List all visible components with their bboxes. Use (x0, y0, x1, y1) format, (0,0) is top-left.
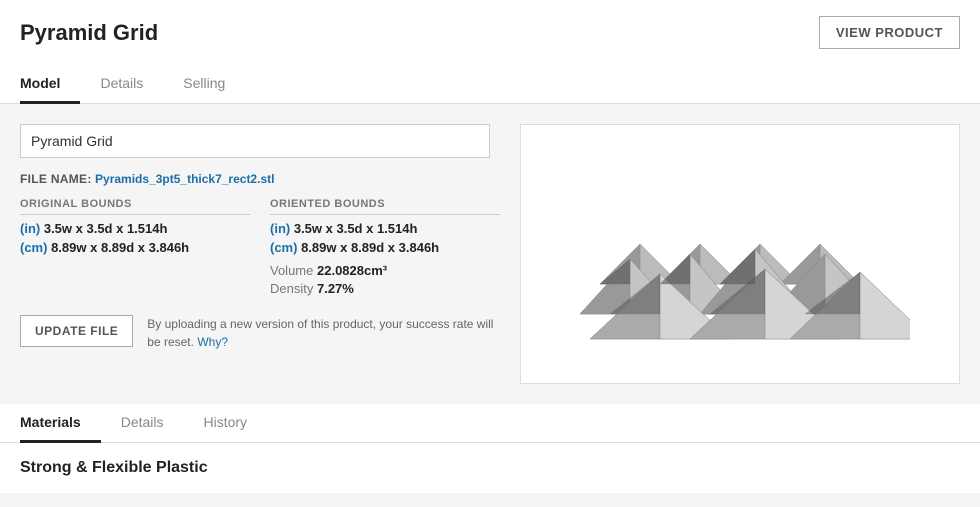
original-bounds-header: ORIGINAL BOUNDS (20, 198, 250, 215)
density-value: 7.27% (317, 281, 354, 296)
oriented-bounds-header: ORIENTED BOUNDS (270, 198, 500, 215)
original-in-dims: 3.5w x 3.5d x 1.514h (44, 221, 168, 236)
oriented-in-unit: (in) (270, 221, 290, 236)
volume-row: Volume 22.0828cm³ (270, 263, 500, 278)
oriented-cm-dims: 8.89w x 8.89d x 3.846h (301, 240, 439, 255)
original-bounds-cm: (cm) 8.89w x 8.89d x 3.846h (20, 240, 250, 255)
header-top: Pyramid Grid VIEW PRODUCT (20, 16, 960, 61)
oriented-cm-unit: (cm) (270, 240, 297, 255)
bounds-section: ORIGINAL BOUNDS (in) 3.5w x 3.5d x 1.514… (20, 198, 500, 299)
tab-selling[interactable]: Selling (163, 65, 245, 104)
volume-label: Volume (270, 263, 313, 278)
update-file-section: UPDATE FILE By uploading a new version o… (20, 315, 500, 351)
original-cm-dims: 8.89w x 8.89d x 3.846h (51, 240, 189, 255)
sub-tab-materials[interactable]: Materials (20, 404, 101, 443)
page-header: Pyramid Grid VIEW PRODUCT Model Details … (0, 0, 980, 104)
file-name-value: Pyramids_3pt5_thick7_rect2.stl (95, 172, 274, 186)
sub-tab-history[interactable]: History (184, 404, 268, 443)
model-preview (520, 124, 960, 384)
original-bounds-in: (in) 3.5w x 3.5d x 1.514h (20, 221, 250, 236)
view-product-button[interactable]: VIEW PRODUCT (819, 16, 960, 49)
update-file-button[interactable]: UPDATE FILE (20, 315, 133, 347)
original-bounds: ORIGINAL BOUNDS (in) 3.5w x 3.5d x 1.514… (20, 198, 250, 299)
main-tabs: Model Details Selling (20, 65, 960, 103)
file-name-label: FILE NAME: (20, 172, 92, 186)
page-title: Pyramid Grid (20, 20, 158, 46)
sub-content: Strong & Flexible Plastic (0, 443, 980, 493)
model-name-input[interactable] (20, 124, 490, 158)
content-area: FILE NAME: Pyramids_3pt5_thick7_rect2.st… (0, 104, 980, 404)
materials-heading: Strong & Flexible Plastic (20, 459, 960, 477)
tab-model[interactable]: Model (20, 65, 80, 104)
density-row: Density 7.27% (270, 281, 500, 296)
oriented-bounds-cm: (cm) 8.89w x 8.89d x 3.846h (270, 240, 500, 255)
pyramid-illustration (570, 154, 910, 354)
oriented-bounds-in: (in) 3.5w x 3.5d x 1.514h (270, 221, 500, 236)
volume-value: 22.0828cm³ (317, 263, 387, 278)
original-cm-unit: (cm) (20, 240, 47, 255)
oriented-in-dims: 3.5w x 3.5d x 1.514h (294, 221, 418, 236)
tab-details[interactable]: Details (80, 65, 163, 104)
left-panel: FILE NAME: Pyramids_3pt5_thick7_rect2.st… (20, 124, 500, 384)
oriented-bounds: ORIENTED BOUNDS (in) 3.5w x 3.5d x 1.514… (270, 198, 500, 299)
why-link[interactable]: Why? (197, 335, 228, 349)
sub-tabs-bar: Materials Details History (0, 404, 980, 443)
original-in-unit: (in) (20, 221, 40, 236)
update-note: By uploading a new version of this produ… (147, 315, 500, 351)
extra-props: Volume 22.0828cm³ Density 7.27% (270, 263, 500, 296)
density-label: Density (270, 281, 313, 296)
file-name-row: FILE NAME: Pyramids_3pt5_thick7_rect2.st… (20, 172, 500, 186)
sub-tab-details[interactable]: Details (101, 404, 184, 443)
